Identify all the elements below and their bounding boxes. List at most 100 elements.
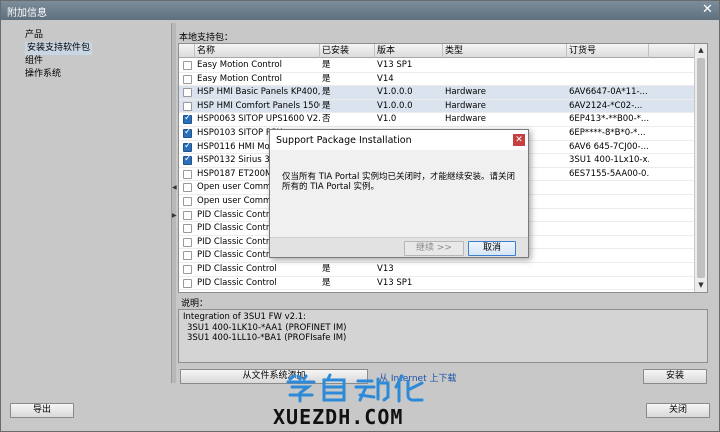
cell-name: HSP HMI Basic Panels KP400, ...: [197, 87, 320, 98]
cell-order: 6AV6 645-7CJ00-...: [569, 141, 649, 152]
row-checkbox[interactable]: [183, 141, 192, 152]
window-close-icon[interactable]: ✕: [700, 3, 715, 18]
table-row[interactable]: PID Classic Control 是 V13 SP1: [179, 277, 695, 291]
additional-info-window: 附加信息 ✕ 产品 安装支持软件包 组件 操作系统 ◀ ▶ 本地支持包： 名称 …: [0, 0, 720, 432]
cell-name: Easy Motion Control: [197, 73, 282, 84]
cell-type: [443, 263, 567, 276]
cancel-button[interactable]: 取消: [468, 241, 516, 256]
close-button[interactable]: 关闭: [646, 403, 710, 418]
sidebar: 产品 安装支持软件包 组件 操作系统: [21, 25, 171, 385]
cell-installed: 是: [322, 87, 331, 98]
row-checkbox[interactable]: [183, 154, 192, 166]
packages-section-label: 本地支持包：: [179, 33, 234, 43]
cell-version: V13: [377, 264, 394, 274]
cell-order: [567, 195, 649, 208]
cell-installed: 是: [322, 73, 331, 84]
header-type[interactable]: 类型: [443, 44, 567, 58]
cell-order: [567, 277, 649, 290]
cell-installed: 否: [322, 114, 331, 125]
cell-type: [443, 277, 567, 290]
cell-installed: 是: [322, 277, 331, 288]
window-title: 附加信息: [7, 8, 47, 19]
sidebar-item-support-packages[interactable]: 安装支持软件包: [25, 42, 93, 55]
dialog-title: Support Package Installation: [276, 135, 412, 146]
cell-name: HSP0063 SITOP UPS1600 V2.3: [197, 114, 320, 125]
cell-version: V14: [377, 73, 394, 84]
row-checkbox[interactable]: [183, 224, 192, 234]
cell-name: PID Classic Control: [197, 264, 277, 274]
export-button[interactable]: 导出: [10, 403, 74, 418]
cell-order: 6AV2124-*C02-...: [569, 100, 643, 111]
cell-order: 6ES7155-5AA00-0...: [569, 168, 649, 179]
sidebar-item-products[interactable]: 产品: [25, 29, 43, 42]
row-checkbox[interactable]: [183, 88, 192, 98]
cell-installed: 是: [322, 264, 331, 274]
collapse-left-icon[interactable]: ◀: [172, 185, 177, 191]
header-name[interactable]: 名称: [195, 44, 320, 58]
sidebar-item-os[interactable]: 操作系统: [25, 68, 61, 81]
panel-splitter[interactable]: ◀ ▶: [171, 23, 177, 383]
cell-order: 6EP413*-**B00-*...: [569, 114, 649, 125]
table-row[interactable]: HSP0063 SITOP UPS1600 V2.3否 V1.0 Hardware 6…: [179, 113, 695, 127]
cell-type: [443, 73, 567, 86]
table-row[interactable]: Easy Motion Control 是 V13 SP1: [179, 59, 695, 73]
row-checkbox[interactable]: [183, 210, 192, 220]
row-checkbox[interactable]: [183, 61, 192, 70]
cell-name: HSP HMI Comfort Panels 1500...: [197, 100, 320, 111]
cell-type: [443, 59, 567, 72]
install-button[interactable]: 安装: [643, 369, 707, 384]
header-installed[interactable]: 已安装: [320, 44, 375, 58]
row-checkbox[interactable]: [183, 169, 192, 179]
scroll-down-icon[interactable]: ▼: [695, 279, 707, 291]
cell-order: [567, 236, 649, 249]
cell-version: V13 SP1: [377, 60, 413, 70]
row-checkbox[interactable]: [183, 251, 192, 261]
table-row[interactable]: HSP HMI Basic Panels KP400, ... 是 V1.0.0.0…: [179, 86, 695, 100]
table-scrollbar[interactable]: ▲ ▼: [694, 44, 707, 292]
row-checkbox[interactable]: [183, 278, 192, 288]
row-checkbox[interactable]: [183, 74, 192, 84]
cell-order: [567, 263, 649, 276]
table-header: 名称 已安装 版本 类型 订货号: [179, 44, 695, 58]
description-box: Integration of 3SU1 FW v2.1: 3SU1 400-1L…: [178, 309, 708, 363]
cell-type: Hardware: [445, 114, 487, 125]
cell-version: V1.0.0.0: [377, 87, 413, 98]
cell-installed: 是: [322, 100, 331, 111]
header-version[interactable]: 版本: [375, 44, 443, 58]
table-row[interactable]: PID Classic Control 是 V13: [179, 263, 695, 277]
row-checkbox[interactable]: [183, 113, 192, 125]
cell-order: [567, 249, 649, 262]
title-bar: 附加信息 ✕: [1, 1, 719, 20]
header-check: [179, 44, 195, 58]
row-checkbox[interactable]: [183, 127, 192, 138]
description-line: Integration of 3SU1 FW v2.1:: [183, 312, 306, 322]
cell-order: 3SU1 400-1Lx10-x...: [569, 155, 649, 166]
row-checkbox[interactable]: [183, 101, 192, 111]
cell-name: PID Classic Control: [197, 277, 277, 288]
cell-order: 6EP****-8*B*0-*...: [569, 128, 646, 138]
cell-order: [567, 59, 649, 72]
table-row[interactable]: HSP HMI Comfort Panels 1500... 是 V1.0.0.0 H…: [179, 99, 695, 114]
row-checkbox[interactable]: [183, 265, 192, 274]
sidebar-item-components[interactable]: 组件: [25, 55, 43, 68]
cell-order: [567, 222, 649, 235]
description-label: 说明：: [181, 299, 209, 309]
watermark-url: XUEZDH.COM: [273, 405, 404, 429]
cell-order: 6AV6647-0A*11-...: [569, 87, 648, 98]
expand-right-icon[interactable]: ▶: [172, 213, 177, 219]
cell-order: [567, 73, 649, 86]
scroll-thumb[interactable]: [697, 58, 705, 278]
row-checkbox[interactable]: [183, 183, 192, 193]
table-row[interactable]: Easy Motion Control 是 V14: [179, 73, 695, 87]
row-checkbox[interactable]: [183, 237, 192, 247]
dialog-close-icon[interactable]: ✕: [513, 134, 525, 146]
cell-version: V1.0.0.0: [377, 100, 413, 111]
cell-version: V13 SP1: [377, 277, 413, 288]
cell-type: Hardware: [445, 87, 487, 98]
support-package-dialog: Support Package Installation ✕ 仅当所有 TIA …: [269, 129, 529, 258]
cell-version: V1.0: [377, 114, 397, 125]
continue-button[interactable]: 继续 >>: [404, 241, 464, 256]
header-order-number[interactable]: 订货号: [567, 44, 649, 58]
row-checkbox[interactable]: [183, 197, 192, 206]
scroll-up-icon[interactable]: ▲: [695, 44, 707, 56]
